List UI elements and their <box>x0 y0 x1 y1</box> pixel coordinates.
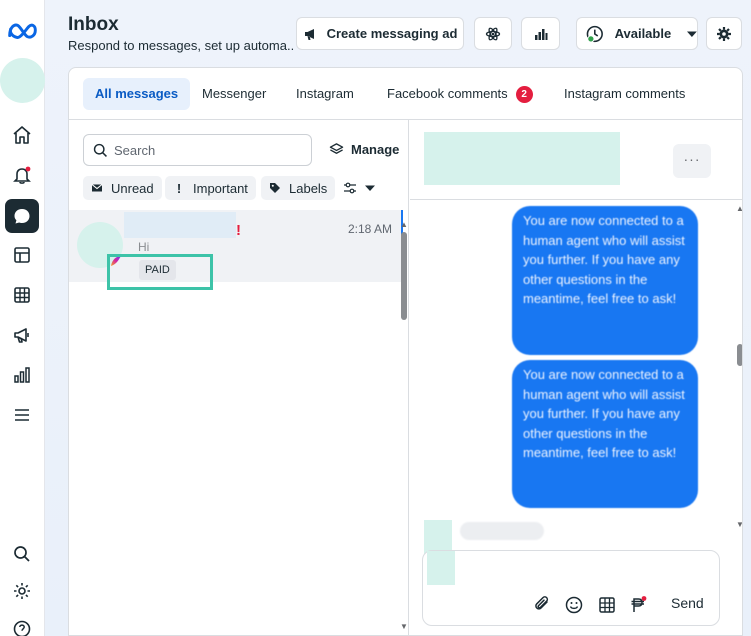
more-options-button[interactable]: ··· <box>673 144 711 178</box>
tab-all-messages[interactable]: All messages <box>83 78 191 110</box>
envelope-icon <box>91 184 103 192</box>
insights-bar-chart-icon[interactable] <box>9 362 35 388</box>
inbox-tabs: All messages Messenger Instagram Faceboo… <box>69 68 742 120</box>
settings-button[interactable] <box>706 17 742 50</box>
scrollbar-thumb[interactable] <box>401 232 407 320</box>
filter-unread[interactable]: Unread <box>83 176 162 200</box>
chevron-down-icon <box>365 185 375 191</box>
message-preview: Hi <box>138 240 150 254</box>
emoji-icon[interactable] <box>564 595 584 615</box>
search-icon[interactable] <box>9 541 35 567</box>
meta-logo-icon[interactable] <box>6 18 39 44</box>
payment-peso-icon[interactable] <box>628 595 648 615</box>
tab-instagram-comments[interactable]: Instagram comments <box>552 78 697 110</box>
tag-icon <box>270 183 280 193</box>
search-box[interactable] <box>83 134 312 166</box>
left-nav-rail <box>0 0 45 636</box>
label-tag[interactable]: PAID <box>139 260 176 280</box>
ads-megaphone-icon[interactable] <box>9 322 35 348</box>
filter-important-label: Important <box>193 180 248 196</box>
scroll-down-arrow-icon[interactable]: ▼ <box>736 520 742 529</box>
manage-label: Manage <box>351 142 400 157</box>
conversation-list-scrollbar[interactable]: ▲ ▼ <box>400 120 408 635</box>
conversation-list-column: Manage Unread ! Important Labels ! 2:18 … <box>69 120 409 635</box>
scroll-up-arrow-icon[interactable]: ▲ <box>400 220 408 229</box>
conversation-list-item[interactable]: ! 2:18 AM Hi PAID <box>69 210 403 290</box>
inbox-panel: All messages Messenger Instagram Faceboo… <box>68 67 743 636</box>
availability-label: Available <box>614 26 672 41</box>
contact-name-redacted <box>124 212 236 238</box>
bar-chart-icon <box>534 28 547 40</box>
send-button[interactable]: Send <box>671 595 704 611</box>
message-composer[interactable]: Send <box>422 550 720 626</box>
tab-facebook-comments[interactable]: Facebook comments 2 <box>375 78 545 110</box>
unread-count-badge: 2 <box>515 86 533 103</box>
tab-messenger[interactable]: Messenger <box>190 78 278 110</box>
conversation-time: 2:18 AM <box>347 222 392 236</box>
home-icon[interactable] <box>9 122 35 148</box>
gear-icon <box>717 26 731 41</box>
create-messaging-ad-button[interactable]: Create messaging ad <box>296 17 464 50</box>
settings-gear-icon[interactable] <box>9 578 35 604</box>
important-mark: ! <box>236 222 241 239</box>
filter-unread-label: Unread <box>111 180 154 196</box>
chat-contact-redacted <box>424 132 620 185</box>
inbox-chat-icon[interactable] <box>5 199 39 233</box>
create-messaging-ad-label: Create messaging ad <box>326 26 458 41</box>
chevron-down-icon <box>687 31 697 37</box>
automation-atom-button[interactable] <box>474 17 512 50</box>
saved-replies-table-icon[interactable] <box>597 595 617 615</box>
filter-labels-label: Labels <box>289 180 328 196</box>
exclamation-icon: ! <box>176 180 182 196</box>
notifications-bell-icon[interactable] <box>9 162 35 188</box>
scrollbar-thumb[interactable] <box>737 344 742 366</box>
insights-button[interactable] <box>521 17 560 50</box>
manage-button[interactable]: Manage <box>329 142 399 157</box>
clock-status-icon <box>586 25 603 43</box>
incoming-message-bubble <box>460 522 544 540</box>
tab-instagram[interactable]: Instagram <box>284 78 366 110</box>
message-input-redacted[interactable] <box>427 551 455 585</box>
page-subtitle: Respond to messages, set up automa... <box>68 38 293 53</box>
chat-header: ··· <box>410 120 742 200</box>
chat-column: ··· You are now connected to a human age… <box>410 120 742 635</box>
more-filters-button[interactable] <box>335 176 383 200</box>
table-grid-icon[interactable] <box>9 282 35 308</box>
atom-icon <box>485 27 501 40</box>
outgoing-message-bubble: You are now connected to a human agent w… <box>512 360 698 508</box>
menu-hamburger-icon[interactable] <box>9 402 35 428</box>
search-input[interactable] <box>114 135 304 165</box>
layers-icon <box>329 143 344 154</box>
help-icon[interactable] <box>9 616 35 636</box>
search-icon <box>93 143 107 157</box>
tab-facebook-comments-label: Facebook comments <box>387 86 508 101</box>
outgoing-message-bubble: You are now connected to a human agent w… <box>512 206 698 355</box>
pages-icon[interactable] <box>9 242 35 268</box>
filter-labels[interactable]: Labels <box>261 176 336 200</box>
sliders-icon <box>344 182 356 194</box>
megaphone-icon <box>304 28 314 40</box>
filter-important[interactable]: ! Important <box>165 176 256 200</box>
scroll-up-arrow-icon[interactable]: ▲ <box>736 204 742 213</box>
scroll-down-arrow-icon[interactable]: ▼ <box>400 622 408 631</box>
chat-scrollbar[interactable]: ▲ ▼ <box>736 200 742 635</box>
page-title: Inbox <box>68 14 119 35</box>
attachment-paperclip-icon[interactable] <box>533 595 553 615</box>
account-avatar[interactable] <box>0 58 45 103</box>
availability-dropdown[interactable]: Available <box>576 17 698 50</box>
